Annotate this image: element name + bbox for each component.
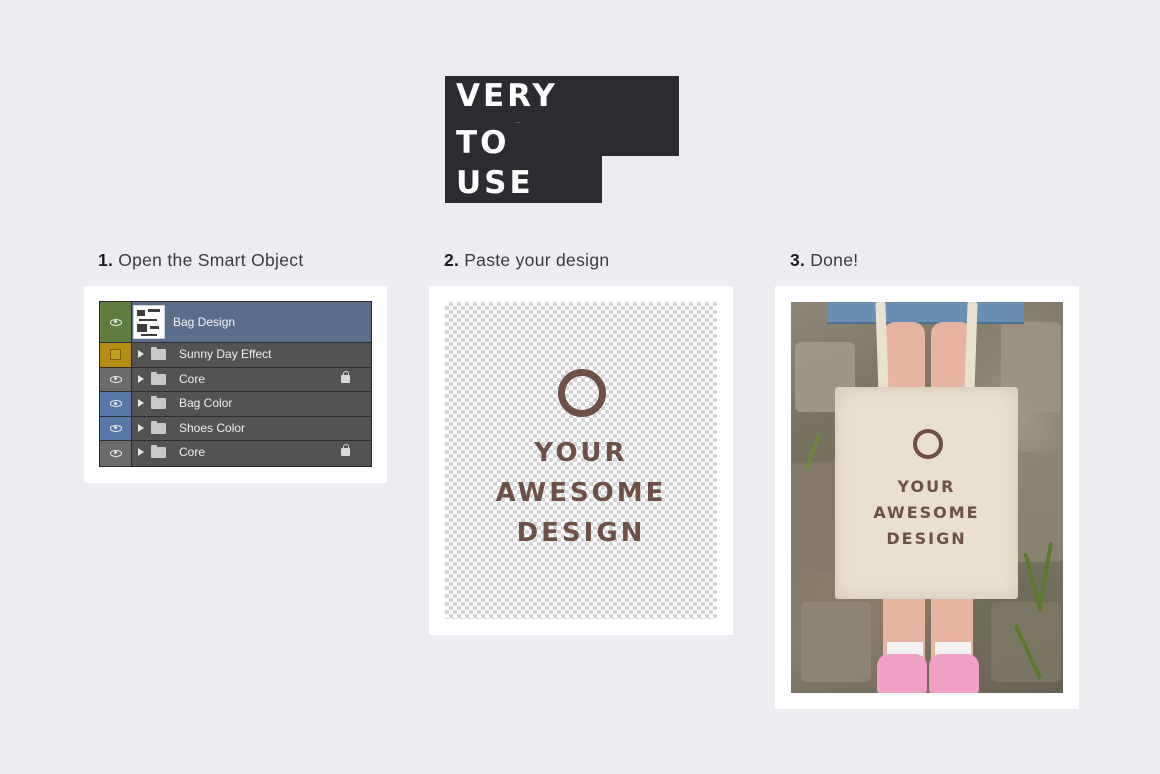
layer-name: Core bbox=[179, 371, 206, 386]
visibility-toggle[interactable] bbox=[100, 392, 132, 416]
visibility-toggle[interactable] bbox=[100, 416, 132, 440]
folder-icon bbox=[151, 371, 166, 385]
hidden-square-icon bbox=[110, 349, 121, 361]
eye-icon bbox=[109, 400, 122, 408]
layer-row-core[interactable]: Core bbox=[100, 441, 371, 466]
step-3-text: Done! bbox=[810, 250, 859, 270]
folder-icon bbox=[151, 420, 166, 434]
layer-row-shoes-color[interactable]: Shoes Color bbox=[100, 416, 371, 441]
visibility-toggle[interactable] bbox=[100, 343, 132, 367]
expand-arrow-icon[interactable] bbox=[138, 399, 144, 407]
folder-icon bbox=[151, 347, 166, 360]
step-1-text: Open the Smart Object bbox=[118, 250, 304, 270]
eye-icon bbox=[109, 449, 122, 457]
visibility-toggle[interactable] bbox=[100, 367, 132, 391]
step-1-label: 1. Open the Smart Object bbox=[98, 250, 303, 271]
title-line-2: TO USE bbox=[445, 123, 602, 203]
circle-logo-icon bbox=[558, 369, 606, 417]
bag-line-1: YOUR bbox=[897, 477, 956, 496]
circle-logo-icon bbox=[913, 429, 943, 459]
expand-arrow-icon[interactable] bbox=[138, 350, 144, 358]
expand-arrow-icon[interactable] bbox=[138, 448, 144, 456]
eye-icon bbox=[109, 424, 122, 432]
visibility-toggle[interactable] bbox=[100, 441, 132, 466]
step-2-label: 2. Paste your design bbox=[444, 250, 609, 271]
design-line-2: AWESOME bbox=[495, 478, 667, 508]
design-line-3: DESIGN bbox=[516, 518, 646, 548]
expand-arrow-icon[interactable] bbox=[138, 423, 144, 432]
bag-line-2: AWESOME bbox=[873, 503, 980, 522]
lock-icon bbox=[341, 444, 350, 456]
transparent-canvas: YOUR AWESOME DESIGN bbox=[445, 302, 717, 619]
tote-bag: YOUR AWESOME DESIGN bbox=[835, 387, 1018, 599]
folder-icon bbox=[151, 396, 166, 409]
design-line-1: YOUR bbox=[534, 438, 628, 468]
folder-icon bbox=[151, 445, 166, 458]
layers-panel: Bag Design Sunny Day Effect Core Bag Col… bbox=[99, 301, 372, 467]
layer-name: Shoes Color bbox=[179, 420, 246, 435]
layer-name: Bag Design bbox=[173, 315, 236, 329]
layer-row-sunny-day-effect[interactable]: Sunny Day Effect bbox=[100, 343, 371, 368]
layer-row-bag-design[interactable]: Bag Design bbox=[100, 302, 371, 343]
result-card: YOUR AWESOME DESIGN bbox=[775, 286, 1079, 709]
step-3-label: 3. Done! bbox=[790, 250, 858, 271]
eye-icon bbox=[109, 375, 122, 383]
step-2-number: 2. bbox=[444, 250, 460, 270]
step-1-number: 1. bbox=[98, 250, 114, 270]
bag-line-3: DESIGN bbox=[886, 529, 967, 548]
layer-name: Bag Color bbox=[179, 396, 233, 410]
layer-row-bag-color[interactable]: Bag Color bbox=[100, 392, 371, 417]
lock-icon bbox=[341, 370, 350, 383]
smart-object-thumbnail[interactable] bbox=[133, 305, 165, 339]
tote-bag-photo: YOUR AWESOME DESIGN bbox=[791, 302, 1063, 693]
shorts bbox=[827, 302, 1024, 324]
design-card: YOUR AWESOME DESIGN bbox=[429, 286, 733, 635]
step-3-number: 3. bbox=[790, 250, 806, 270]
layers-card: Bag Design Sunny Day Effect Core Bag Col… bbox=[84, 286, 387, 483]
step-2-text: Paste your design bbox=[464, 250, 610, 270]
layer-name: Sunny Day Effect bbox=[179, 347, 272, 361]
eye-icon bbox=[109, 318, 122, 326]
visibility-toggle[interactable] bbox=[100, 302, 132, 342]
layer-row-core[interactable]: Core bbox=[100, 367, 371, 392]
layer-name: Core bbox=[179, 445, 206, 459]
expand-arrow-icon[interactable] bbox=[138, 374, 144, 383]
